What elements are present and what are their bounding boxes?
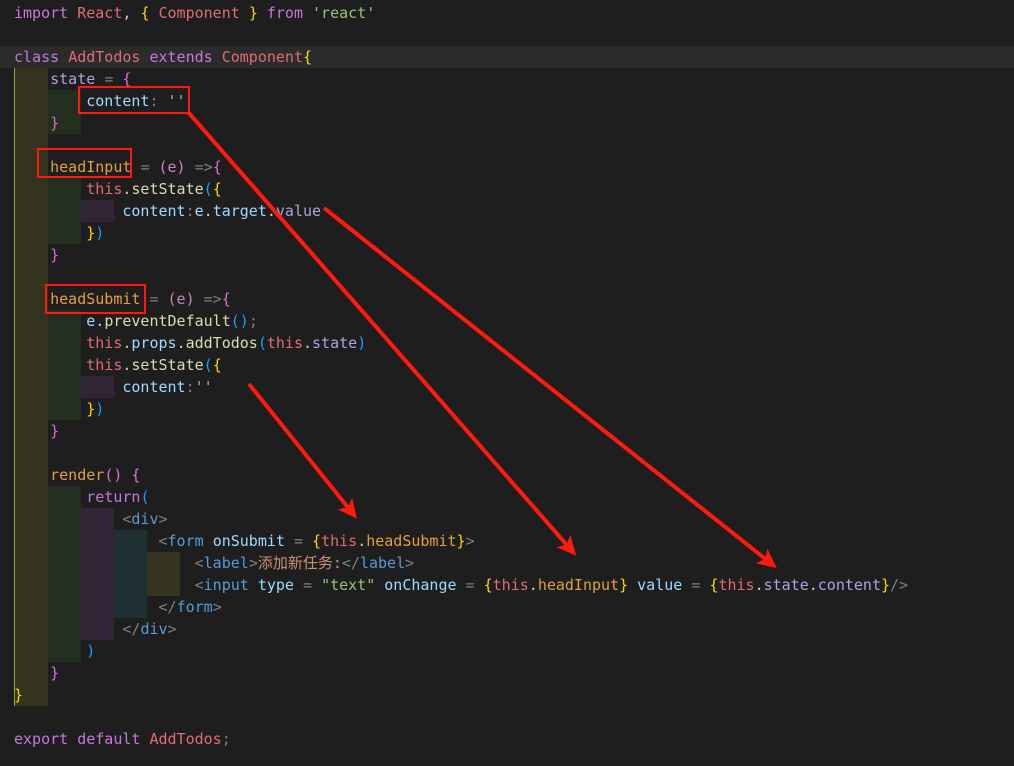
code-line-16[interactable]: this.props.addTodos(this.state) [0, 332, 1014, 354]
code-line-30[interactable]: ) [0, 640, 1014, 662]
code-line-23[interactable]: return( [0, 486, 1014, 508]
code-line-1[interactable]: import React, { Component } from 'react' [0, 2, 1014, 24]
code-line-15[interactable]: e.preventDefault(); [0, 310, 1014, 332]
code-line-12[interactable]: } [0, 244, 1014, 266]
code-line-8[interactable]: headInput = (e) =>{ [0, 156, 1014, 178]
code-line-6[interactable]: } [0, 112, 1014, 134]
annotation-box-head-input [37, 148, 132, 178]
code-line-31[interactable]: } [0, 662, 1014, 684]
code-content[interactable]: import React, { Component } from 'react'… [0, 0, 1014, 766]
code-line-29[interactable]: </div> [0, 618, 1014, 640]
code-line-14[interactable]: headSubmit = (e) =>{ [0, 288, 1014, 310]
code-line-10[interactable]: content:e.target.value [0, 200, 1014, 222]
code-line-32[interactable]: } [0, 684, 1014, 706]
code-editor-screenshot: import React, { Component } from 'react'… [0, 0, 1014, 766]
code-line-26[interactable]: <label>添加新任务:</label> [0, 552, 1014, 574]
code-line-22[interactable]: render() { [0, 464, 1014, 486]
code-line-11[interactable]: }) [0, 222, 1014, 244]
code-line-20[interactable]: } [0, 420, 1014, 442]
code-line-17[interactable]: this.setState({ [0, 354, 1014, 376]
code-line-3[interactable]: class AddTodos extends Component{ [0, 46, 1014, 68]
code-line-24[interactable]: <div> [0, 508, 1014, 530]
code-line-27[interactable]: <input type = "text" onChange = {this.he… [0, 574, 1014, 596]
code-line-9[interactable]: this.setState({ [0, 178, 1014, 200]
code-line-18[interactable]: content:'' [0, 376, 1014, 398]
annotation-box-head-submit [45, 284, 146, 314]
code-line-34[interactable]: export default AddTodos; [0, 728, 1014, 750]
code-line-19[interactable]: }) [0, 398, 1014, 420]
code-line-25[interactable]: <form onSubmit = {this.headSubmit}> [0, 530, 1014, 552]
annotation-box-content-state [78, 86, 190, 114]
code-line-28[interactable]: </form> [0, 596, 1014, 618]
